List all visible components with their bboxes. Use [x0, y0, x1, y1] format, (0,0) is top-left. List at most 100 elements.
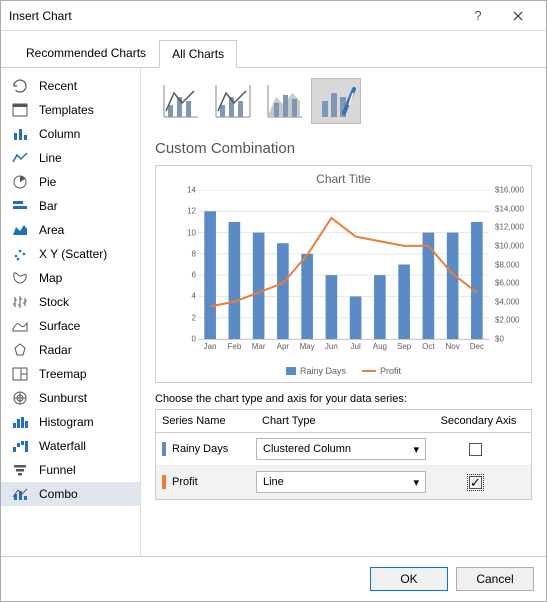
subtype-clustered-line-secondary[interactable]: [207, 78, 257, 124]
column-icon: [11, 126, 29, 142]
chart-preview[interactable]: Chart Title 02468101214 $0$2,000$4,000$6…: [155, 165, 532, 383]
waterfall-icon: [11, 438, 29, 454]
sidebar-item-label: Combo: [39, 487, 78, 501]
section-title: Custom Combination: [155, 140, 532, 157]
sidebar-item-label: Recent: [39, 79, 77, 93]
sidebar-item-treemap[interactable]: Treemap: [1, 362, 140, 386]
series-name-label: Rainy Days: [172, 443, 228, 455]
treemap-icon: [11, 366, 29, 382]
select-value: Line: [263, 476, 284, 488]
sidebar-item-label: X Y (Scatter): [39, 247, 107, 261]
sidebar-item-label: Treemap: [39, 367, 87, 381]
col-secondary-axis: Secondary Axis: [426, 410, 531, 432]
funnel-icon: [11, 462, 29, 478]
sidebar-item-label: Bar: [39, 199, 58, 213]
map-icon: [11, 270, 29, 286]
secondary-axis-checkbox[interactable]: [469, 443, 482, 456]
sidebar-item-scatter[interactable]: X Y (Scatter): [1, 242, 140, 266]
sidebar-item-recent[interactable]: Recent: [1, 74, 140, 98]
sidebar-item-column[interactable]: Column: [1, 122, 140, 146]
subtype-icon: [264, 83, 304, 119]
tab-strip: Recommended Charts All Charts: [1, 31, 546, 68]
series-row: Profit Line ▾ ✓: [156, 466, 531, 499]
sidebar-item-pie[interactable]: Pie: [1, 170, 140, 194]
close-icon: [513, 11, 523, 21]
col-series-name: Series Name: [156, 410, 256, 432]
col-chart-type: Chart Type: [256, 410, 426, 432]
sidebar-item-templates[interactable]: Templates: [1, 98, 140, 122]
radar-icon: [11, 342, 29, 358]
secondary-axis-checkbox[interactable]: ✓: [469, 476, 482, 489]
dialog-footer: OK Cancel: [1, 556, 546, 601]
subtype-stacked-area-column[interactable]: [259, 78, 309, 124]
sidebar-item-line[interactable]: Line: [1, 146, 140, 170]
chart-type-select[interactable]: Clustered Column ▾: [256, 438, 426, 460]
sidebar-item-waterfall[interactable]: Waterfall: [1, 434, 140, 458]
sidebar-item-label: Funnel: [39, 463, 76, 477]
sidebar-item-radar[interactable]: Radar: [1, 338, 140, 362]
sidebar-item-histogram[interactable]: Histogram: [1, 410, 140, 434]
cancel-button[interactable]: Cancel: [456, 567, 534, 591]
ok-button[interactable]: OK: [370, 567, 448, 591]
chart-type-sidebar: Recent Templates Column Line Pie Bar Are…: [1, 68, 141, 556]
sidebar-item-sunburst[interactable]: Sunburst: [1, 386, 140, 410]
legend-swatch-bar: [286, 367, 296, 375]
chevron-down-icon: ▾: [413, 443, 419, 456]
sidebar-item-label: Surface: [39, 319, 80, 333]
help-button[interactable]: ?: [458, 1, 498, 30]
series-name-label: Profit: [172, 476, 198, 488]
tab-recommended[interactable]: Recommended Charts: [13, 39, 159, 67]
sidebar-item-label: Templates: [39, 103, 94, 117]
title-bar: Insert Chart ?: [1, 1, 546, 31]
series-row: Rainy Days Clustered Column ▾: [156, 433, 531, 466]
series-color-swatch: [162, 442, 166, 456]
sidebar-item-map[interactable]: Map: [1, 266, 140, 290]
bar-icon: [11, 198, 29, 214]
series-table: Series Name Chart Type Secondary Axis Ra…: [155, 409, 532, 500]
sidebar-item-area[interactable]: Area: [1, 218, 140, 242]
combo-subtype-row: [155, 78, 532, 124]
sidebar-item-label: Line: [39, 151, 62, 165]
select-value: Clustered Column: [263, 443, 351, 455]
help-icon: ?: [474, 8, 481, 23]
tab-all[interactable]: All Charts: [159, 40, 237, 68]
line-icon: [11, 150, 29, 166]
series-prompt: Choose the chart type and axis for your …: [155, 393, 532, 405]
sidebar-item-combo[interactable]: Combo: [1, 482, 140, 506]
scatter-icon: [11, 246, 29, 262]
sidebar-item-label: Map: [39, 271, 62, 285]
sidebar-item-label: Stock: [39, 295, 69, 309]
sidebar-item-stock[interactable]: Stock: [1, 290, 140, 314]
subtype-icon: [160, 83, 200, 119]
sidebar-item-label: Column: [39, 127, 80, 141]
sidebar-item-label: Histogram: [39, 415, 94, 429]
pie-icon: [11, 174, 29, 190]
insert-chart-dialog: Insert Chart ? Recommended Charts All Ch…: [0, 0, 547, 602]
legend-label: Rainy Days: [300, 366, 346, 376]
chart-preview-title: Chart Title: [160, 172, 527, 186]
sidebar-item-label: Area: [39, 223, 64, 237]
close-button[interactable]: [498, 1, 538, 30]
subtype-icon: [316, 83, 356, 119]
legend-label: Profit: [380, 366, 401, 376]
sidebar-item-bar[interactable]: Bar: [1, 194, 140, 218]
sidebar-item-funnel[interactable]: Funnel: [1, 458, 140, 482]
sidebar-item-label: Sunburst: [39, 391, 87, 405]
subtype-clustered-line[interactable]: [155, 78, 205, 124]
subtype-icon: [212, 83, 252, 119]
sidebar-item-label: Waterfall: [39, 439, 86, 453]
histogram-icon: [11, 414, 29, 430]
chevron-down-icon: ▾: [413, 476, 419, 489]
sidebar-item-surface[interactable]: Surface: [1, 314, 140, 338]
dialog-title: Insert Chart: [9, 9, 458, 23]
templates-icon: [11, 102, 29, 118]
subtype-custom-combination[interactable]: [311, 78, 361, 124]
series-color-swatch: [162, 475, 166, 489]
sunburst-icon: [11, 390, 29, 406]
sidebar-item-label: Pie: [39, 175, 56, 189]
surface-icon: [11, 318, 29, 334]
sidebar-item-label: Radar: [39, 343, 72, 357]
chart-plot-area: 02468101214 $0$2,000$4,000$6,000$8,000$1…: [198, 190, 489, 340]
chart-type-select[interactable]: Line ▾: [256, 471, 426, 493]
recent-icon: [11, 78, 29, 94]
